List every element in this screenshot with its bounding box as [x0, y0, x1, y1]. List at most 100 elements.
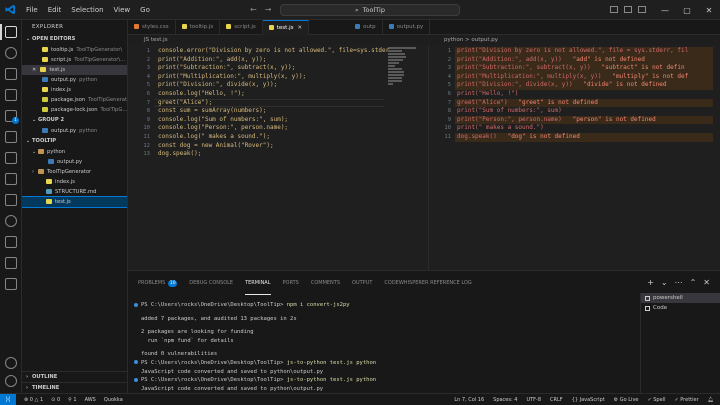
code-line[interactable]: print("Addition:", add(x, y)) "add" is n…: [457, 56, 645, 65]
toggle-secondary-sidebar-icon[interactable]: [638, 6, 646, 13]
close-editor-icon[interactable]: ✕: [32, 67, 36, 73]
panel-tab[interactable]: PORTS: [283, 271, 299, 295]
code-line[interactable]: const dog = new Animal("Rover");: [158, 142, 274, 151]
tree-item[interactable]: index.js: [22, 177, 127, 187]
maximize-icon[interactable]: ▢: [676, 0, 698, 20]
panel-tab[interactable]: PROBLEMS 10: [138, 271, 178, 295]
tree-item[interactable]: STRUCTURE.md: [22, 187, 127, 197]
status-spell[interactable]: ✓ Spell: [647, 397, 665, 403]
menu-file[interactable]: File: [26, 6, 38, 14]
status-quokka[interactable]: Quokka: [104, 397, 123, 403]
minimize-icon[interactable]: —: [654, 0, 676, 20]
explorer-icon[interactable]: [5, 26, 17, 38]
status-prettier[interactable]: ✓ Prettier: [674, 397, 698, 403]
source-control-icon[interactable]: [5, 68, 17, 80]
outline-header[interactable]: › OUTLINE: [22, 371, 127, 382]
menu-go[interactable]: Go: [140, 6, 150, 14]
notifications-bell-icon[interactable]: 🔔︎: [708, 397, 714, 403]
back-arrow-icon[interactable]: ←: [250, 5, 257, 14]
code-line[interactable]: print("Division:", divide(x, y)) "divide…: [457, 81, 667, 90]
code-line[interactable]: greet("Alice") "greet" is not defined: [457, 99, 598, 108]
terminal-output[interactable]: PS C:\Users\rocks\OneDrive\Desktop\ToolT…: [134, 301, 634, 393]
code-line[interactable]: print("Subtraction:", subtract(x, y)) "s…: [457, 64, 685, 73]
aws-icon[interactable]: [5, 173, 17, 185]
new-terminal-icon[interactable]: +: [647, 278, 654, 287]
open-editor-item[interactable]: output.py python: [22, 75, 127, 85]
toggle-sidebar-icon[interactable]: [610, 6, 618, 13]
code-line[interactable]: console.error("Division by zero is not a…: [158, 47, 389, 56]
left-editor-pane[interactable]: 1 console.error("Division by zero is not …: [128, 45, 428, 270]
run-debug-icon[interactable]: [5, 89, 17, 101]
editor-tab[interactable]: test.js ✕: [262, 20, 310, 35]
status-language[interactable]: {} JavaScript: [572, 397, 605, 403]
status-eol[interactable]: CRLF: [550, 397, 563, 403]
editor-tab[interactable]: output.py: [383, 20, 431, 35]
open-editor-item[interactable]: package-lock.json ToolTipG...: [22, 105, 127, 115]
bookmarks-icon[interactable]: [5, 257, 17, 269]
status-indentation[interactable]: Spaces: 4: [493, 397, 517, 403]
open-editor-item[interactable]: index.js: [22, 85, 127, 95]
command-marker-icon[interactable]: [134, 377, 138, 382]
code-line[interactable]: console.log("Hello, !");: [158, 90, 245, 99]
code-line[interactable]: print("Sum of numbers:", sum): [457, 107, 562, 116]
editor-tab[interactable]: tooltip.js: [176, 20, 221, 35]
code-line[interactable]: print("Division by zero is not allowed."…: [457, 47, 688, 56]
terminal-instance[interactable]: powershell: [641, 293, 720, 303]
panel-tab[interactable]: COMMENTS: [311, 271, 340, 295]
menu-selection[interactable]: Selection: [71, 6, 103, 14]
remote-explorer-icon[interactable]: [5, 131, 17, 143]
code-line[interactable]: print("Multiplication:", multiply(x, y))…: [457, 73, 688, 82]
folder-header[interactable]: ⌄ TOOLTIP: [22, 136, 127, 147]
command-marker-icon[interactable]: [134, 302, 138, 307]
status-ports[interactable]: ⊙ 0: [51, 397, 60, 403]
status-live[interactable]: ⚲ 1: [68, 397, 76, 403]
group2-item[interactable]: output.py python: [22, 126, 127, 136]
code-line[interactable]: dog.speak();: [158, 150, 201, 159]
tree-item[interactable]: ⌄ python: [22, 147, 127, 157]
manage-gear-icon[interactable]: [5, 375, 17, 387]
search-view-icon[interactable]: [5, 47, 17, 59]
command-center-search[interactable]: ⌕ ToolTip: [280, 4, 460, 16]
more-actions-icon[interactable]: ⋯: [675, 278, 683, 287]
code-line[interactable]: console.log("Person:", person.name);: [158, 124, 288, 133]
close-tab-icon[interactable]: ✕: [297, 25, 302, 31]
code-line[interactable]: console.log("Sum of numbers:", sum);: [158, 116, 288, 125]
code-line[interactable]: dog.speak() "dog" is not defined: [457, 133, 580, 142]
code-line[interactable]: print("Person:", person.name) "person" i…: [457, 116, 656, 125]
menu-view[interactable]: View: [114, 6, 131, 14]
status-aws[interactable]: AWS: [85, 397, 96, 403]
left-minimap[interactable]: [388, 45, 418, 105]
code-line[interactable]: print("Hello, !"): [457, 90, 518, 99]
editor-tab[interactable]: styles.css: [128, 20, 176, 35]
editor-tab[interactable]: outp: [349, 20, 383, 35]
status-cursor-position[interactable]: Ln 7, Col 16: [454, 397, 484, 403]
code-line[interactable]: greet("Alice");: [158, 99, 212, 108]
terminal-dropdown-icon[interactable]: ⌄: [661, 278, 668, 287]
right-editor-pane[interactable]: 1 print("Division by zero is not allowed.…: [428, 45, 720, 270]
close-window-icon[interactable]: ✕: [698, 0, 720, 20]
code-line[interactable]: print("Division:", divide(x, y));: [158, 81, 277, 90]
panel-tab[interactable]: TERMINAL: [245, 271, 271, 295]
code-line[interactable]: print("Subtraction:", subtract(x, y));: [158, 64, 295, 73]
timeline-header[interactable]: › TIMELINE: [22, 382, 127, 393]
status-go-live[interactable]: ⚙ Go Live: [614, 397, 639, 403]
open-editor-item[interactable]: tooltip.js ToolTipGenerator\: [22, 45, 127, 55]
group2-header[interactable]: ⌄ GROUP 2: [22, 115, 127, 126]
code-line[interactable]: console.log(" makes a sound.");: [158, 133, 270, 142]
timeline-view-icon[interactable]: [5, 236, 17, 248]
menu-edit[interactable]: Edit: [48, 6, 62, 14]
chat-icon[interactable]: [5, 278, 17, 290]
tree-item[interactable]: output.py: [22, 157, 127, 167]
code-line[interactable]: print("Addition:", add(x, y));: [158, 56, 266, 65]
open-editor-item[interactable]: ✕ test.js: [22, 65, 127, 75]
breadcrumb-right[interactable]: python > output.py: [428, 35, 498, 45]
editor-tab[interactable]: script.js: [220, 20, 263, 35]
maximize-panel-icon[interactable]: ⌃: [690, 278, 697, 287]
open-editor-item[interactable]: package.jsonToolTipGenerat...: [22, 95, 127, 105]
status-problems[interactable]: ⊗ 0 △ 1: [24, 397, 43, 403]
code-line[interactable]: print("Multiplication:", multiply(x, y))…: [158, 73, 306, 82]
account-icon[interactable]: [5, 357, 17, 369]
status-encoding[interactable]: UTF-8: [526, 397, 541, 403]
live-share-icon[interactable]: [5, 215, 17, 227]
breadcrumb-left[interactable]: JS test.js: [128, 35, 168, 45]
